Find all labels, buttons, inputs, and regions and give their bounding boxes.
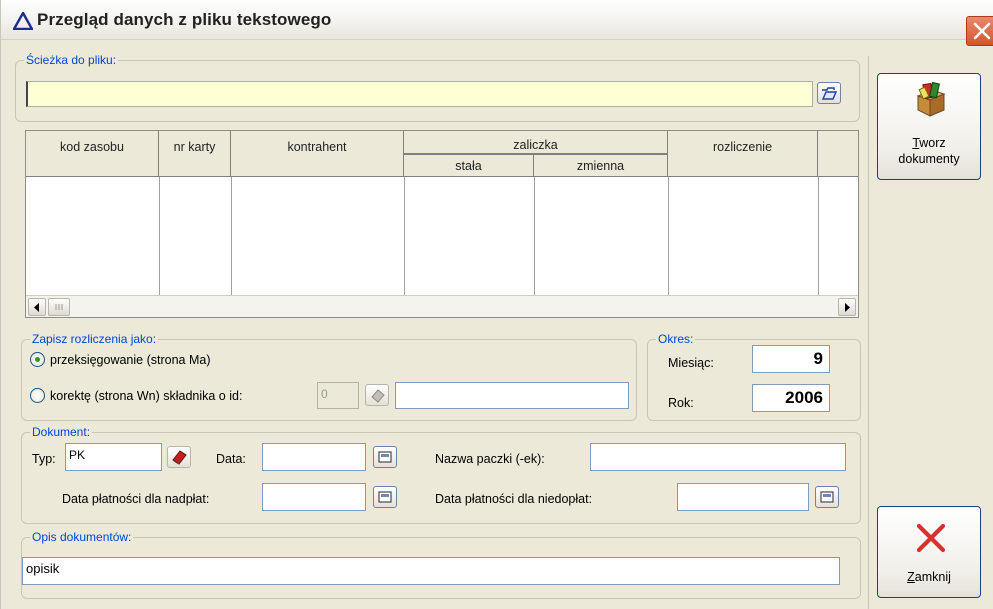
documents-box-icon xyxy=(916,81,946,117)
package-name-label: Nazwa paczki (-ek): xyxy=(435,452,545,466)
component-lookup-button[interactable] xyxy=(365,384,389,406)
col-header-rozliczenie[interactable]: rozliczenie xyxy=(668,131,818,177)
col-header-stala[interactable]: stała xyxy=(404,154,534,177)
close-accel: Z xyxy=(907,570,915,584)
create-documents-label-rest: worz xyxy=(919,136,946,150)
overpay-date-input[interactable] xyxy=(262,483,366,511)
grid-column-nr-karty xyxy=(160,177,232,295)
grid-column-rozliczenie xyxy=(669,177,819,295)
col-header-zaliczka[interactable]: zaliczka xyxy=(404,131,668,154)
scroll-left-button[interactable] xyxy=(28,298,46,316)
doc-date-input[interactable] xyxy=(262,443,366,471)
month-input[interactable]: 9 xyxy=(752,345,830,373)
file-path-legend: Ścieżka do pliku: xyxy=(24,53,119,67)
grip-icon xyxy=(55,304,63,310)
period-group: Okres: Miesiąc: 9 Rok: 2006 xyxy=(647,332,861,421)
save-as-legend: Zapisz rozliczenia jako: xyxy=(30,332,159,346)
title-bar: Przegląd danych z pliku tekstowego xyxy=(1,0,993,46)
doc-type-lookup-button[interactable] xyxy=(167,446,191,468)
dialog-window: Przegląd danych z pliku tekstowego Ścież… xyxy=(0,0,993,609)
package-name-input[interactable] xyxy=(590,443,846,471)
browse-file-button[interactable] xyxy=(817,82,841,104)
underpay-date-input[interactable] xyxy=(677,483,809,511)
col-header-nr-karty[interactable]: nr karty xyxy=(159,131,231,177)
file-path-input[interactable] xyxy=(26,81,813,107)
radio-korekte[interactable] xyxy=(30,388,45,403)
radio-przeksiegowanie[interactable] xyxy=(30,352,45,367)
save-as-group: Zapisz rozliczenia jako: przeksięgowanie… xyxy=(21,332,637,421)
file-path-group: Ścieżka do pliku: xyxy=(15,53,860,122)
document-legend: Dokument: xyxy=(30,425,93,439)
description-group: Opis dokumentów: opisik xyxy=(21,530,861,599)
component-id-input[interactable]: 0 xyxy=(317,382,359,409)
window-close-button[interactable] xyxy=(966,16,993,46)
arrow-right-icon xyxy=(845,303,850,312)
document-group: Dokument: Typ: PK Data: Nazwa paczki (-e… xyxy=(21,425,861,524)
radio-przeksiegowanie-label[interactable]: przeksięgowanie (strona Ma) xyxy=(50,352,211,368)
close-icon xyxy=(973,22,991,40)
calendar-icon xyxy=(378,451,392,463)
grid-column-kod-zasobu xyxy=(26,177,160,295)
underpay-calendar-button[interactable] xyxy=(815,486,839,508)
arrow-left-icon xyxy=(34,303,39,312)
triangle-app-icon xyxy=(13,12,33,30)
create-documents-button[interactable]: Tworz dokumenty xyxy=(877,73,981,180)
description-input[interactable]: opisik xyxy=(22,557,840,585)
window-title: Przegląd danych z pliku tekstowego xyxy=(37,10,332,29)
data-grid[interactable]: kod zasobu nr karty kontrahent zaliczka … xyxy=(25,130,859,318)
overpay-date-label: Data płatności dla nadpłat: xyxy=(62,492,210,506)
radio-selected-dot xyxy=(35,357,40,362)
grid-column-zmienna xyxy=(535,177,669,295)
book-icon xyxy=(172,450,187,465)
create-documents-label-1: Tworz xyxy=(878,136,980,151)
col-header-zmienna[interactable]: zmienna xyxy=(534,154,668,177)
scroll-right-button[interactable] xyxy=(838,298,856,316)
doc-date-calendar-button[interactable] xyxy=(373,446,397,468)
close-label-rest: amknij xyxy=(914,570,951,584)
year-label: Rok: xyxy=(668,396,694,410)
close-button[interactable]: Zamknij xyxy=(877,506,981,598)
create-documents-label-2: dokumenty xyxy=(898,152,960,166)
col-header-blank xyxy=(818,131,858,177)
col-header-kontrahent[interactable]: kontrahent xyxy=(231,131,404,177)
col-header-kod-zasobu[interactable]: kod zasobu xyxy=(26,131,159,177)
doc-type-label: Typ: xyxy=(32,452,56,466)
eraser-icon xyxy=(371,389,385,403)
month-label: Miesiąc: xyxy=(668,356,714,370)
doc-type-input[interactable]: PK xyxy=(65,443,162,471)
description-legend: Opis dokumentów: xyxy=(30,530,134,544)
period-legend: Okres: xyxy=(656,332,696,346)
radio-korekte-label[interactable]: korektę (strona Wn) składnika o id: xyxy=(50,388,242,404)
grid-column-stala xyxy=(405,177,535,295)
scroll-thumb[interactable] xyxy=(48,298,70,316)
underpay-date-label: Data płatności dla niedopłat: xyxy=(435,492,593,506)
grid-column-kontrahent xyxy=(232,177,405,295)
overpay-calendar-button[interactable] xyxy=(373,486,397,508)
folder-open-icon xyxy=(821,87,837,100)
year-input[interactable]: 2006 xyxy=(752,384,830,412)
calendar-icon xyxy=(378,491,392,503)
close-button-label: Zamknij xyxy=(878,570,980,585)
close-x-icon xyxy=(916,523,946,553)
calendar-icon xyxy=(820,491,834,503)
horizontal-scrollbar[interactable] xyxy=(26,295,858,317)
component-name-input[interactable] xyxy=(395,382,629,409)
doc-date-label: Data: xyxy=(216,452,246,466)
